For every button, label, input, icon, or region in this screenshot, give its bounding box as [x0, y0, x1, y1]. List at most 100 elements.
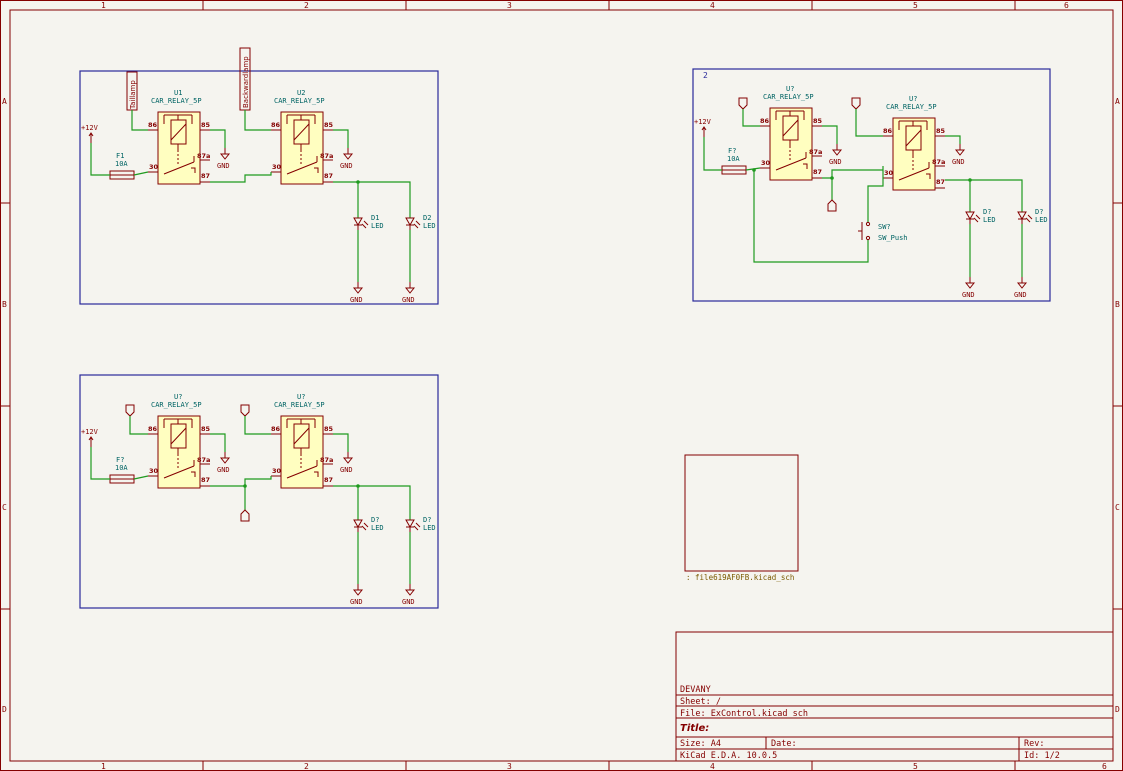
wire[interactable] [90, 447, 110, 480]
pin-label: 30 [884, 169, 894, 177]
wire[interactable] [210, 172, 272, 183]
switch-ref: SW? [878, 223, 891, 231]
relay-value: CAR_RELAY_5P [151, 97, 202, 105]
gnd-label: GND [962, 291, 975, 299]
wire[interactable] [333, 129, 349, 148]
net-label-flag[interactable] [240, 404, 250, 417]
switch-value: SW_Push [878, 234, 908, 242]
pin-label: 86 [148, 121, 158, 129]
fuse-value: 10A [115, 160, 128, 168]
wire[interactable] [133, 475, 149, 480]
gnd-symbol[interactable]: GND [340, 452, 354, 474]
relay[interactable]: U?CAR_RELAY_5P 86 85 87a 30 87 [148, 393, 211, 489]
junction-dot [356, 484, 360, 488]
relay[interactable]: U1CAR_RELAY_5P 86 85 87a 30 87 [148, 89, 211, 185]
gnd-symbol[interactable]: GND [402, 584, 416, 606]
wire[interactable] [945, 135, 961, 144]
gnd-symbol[interactable]: GND [217, 452, 231, 474]
led-value: LED [423, 222, 436, 230]
relay-ref: U2 [297, 89, 305, 97]
col-label: 6 [1064, 1, 1069, 10]
wire[interactable] [753, 170, 869, 263]
wire[interactable] [333, 433, 349, 452]
junction-dot [752, 168, 756, 172]
wire[interactable] [133, 171, 149, 176]
fuse[interactable]: F110A [109, 152, 135, 180]
pin-label: 87 [324, 172, 333, 180]
relay[interactable]: U?CAR_RELAY_5P 86 85 87a 30 87 [760, 85, 823, 181]
net-label-flag[interactable] [125, 404, 135, 417]
gnd-symbol[interactable]: GND [350, 584, 364, 606]
pin-label: 87a [932, 158, 945, 166]
vcc-symbol[interactable]: +12V [694, 118, 712, 137]
relay[interactable]: U?CAR_RELAY_5P 86 85 87a 30 87 [271, 393, 334, 489]
wire[interactable] [742, 109, 760, 127]
pin-label: 86 [148, 425, 158, 433]
net-label-flag[interactable] [851, 97, 861, 110]
gnd-symbol[interactable]: GND [217, 148, 231, 170]
led-value: LED [423, 524, 436, 532]
gnd-symbol[interactable]: GND [952, 144, 966, 166]
subsheet-file-name: : file619AF0FB.kicad_sch [686, 573, 794, 582]
wire[interactable] [129, 416, 148, 435]
pin-label: 87 [936, 178, 945, 186]
relay-value: CAR_RELAY_5P [886, 103, 937, 111]
pin-label: 87a [197, 456, 210, 464]
row-label: A [1115, 97, 1120, 106]
led-ref: D? [423, 516, 431, 524]
junction-dot [968, 178, 972, 182]
wire[interactable] [358, 181, 411, 218]
net-label-flag[interactable] [240, 509, 250, 522]
wire[interactable] [244, 110, 271, 131]
net-label-flag[interactable] [827, 199, 837, 212]
vcc-symbol[interactable]: +12V [81, 124, 99, 143]
gnd-symbol[interactable]: GND [402, 282, 416, 304]
wire[interactable] [333, 485, 359, 520]
led-value: LED [1035, 216, 1048, 224]
pin-label: 30 [149, 467, 159, 475]
wire[interactable] [90, 143, 110, 176]
relay[interactable]: U2CAR_RELAY_5P 86 85 87a 30 87 [271, 89, 334, 185]
pin-label: 85 [201, 121, 211, 129]
gnd-symbol[interactable]: GND [962, 277, 976, 299]
row-label: A [2, 97, 7, 106]
subsheet-box[interactable] [684, 454, 799, 572]
gnd-symbol[interactable]: GND [1014, 277, 1028, 299]
row-label: C [2, 503, 7, 512]
fuse[interactable]: F?10A [109, 456, 135, 484]
wire[interactable] [703, 137, 722, 171]
col-label: 2 [304, 762, 309, 771]
net-label-flag[interactable] [738, 97, 748, 110]
wire[interactable] [210, 129, 226, 148]
wire[interactable] [867, 166, 884, 222]
gnd-symbol[interactable]: GND [350, 282, 364, 304]
wire[interactable] [210, 476, 272, 487]
wire[interactable] [333, 181, 359, 218]
title-field: Title: [680, 723, 709, 734]
wire[interactable] [855, 109, 883, 137]
gnd-symbol[interactable]: GND [340, 148, 354, 170]
relay-value: CAR_RELAY_5P [274, 97, 325, 105]
gnd-label: GND [829, 158, 842, 166]
size-field: Size: A4 [680, 739, 721, 749]
wire[interactable] [131, 110, 148, 131]
company-name: DEVANY [680, 685, 711, 695]
led-ref: D2 [423, 214, 431, 222]
wire[interactable] [945, 179, 971, 212]
relay[interactable]: U?CAR_RELAY_5P 86 85 87a 30 87 [883, 95, 946, 191]
net-label-taillamp[interactable]: Taillamp [126, 71, 138, 111]
fuse[interactable]: F?10A [721, 147, 747, 175]
wire[interactable] [822, 125, 838, 144]
col-label: 4 [710, 1, 715, 10]
wire[interactable] [244, 416, 271, 435]
fuse-ref: F? [728, 147, 736, 155]
schematic-canvas: 1 2 3 4 5 6 1 2 3 4 5 6 A B C D A B C D … [0, 0, 1123, 771]
net-label-text: Taillamp [129, 80, 137, 110]
push-switch[interactable]: SW? SW_Push [858, 221, 908, 242]
wire[interactable] [358, 485, 411, 520]
wire[interactable] [970, 179, 1023, 212]
vcc-symbol[interactable]: +12V [81, 428, 99, 447]
gnd-symbol[interactable]: GND [829, 144, 843, 166]
net-label-backwardlamp[interactable]: Backwardlamp [239, 47, 251, 111]
wire[interactable] [210, 433, 226, 452]
